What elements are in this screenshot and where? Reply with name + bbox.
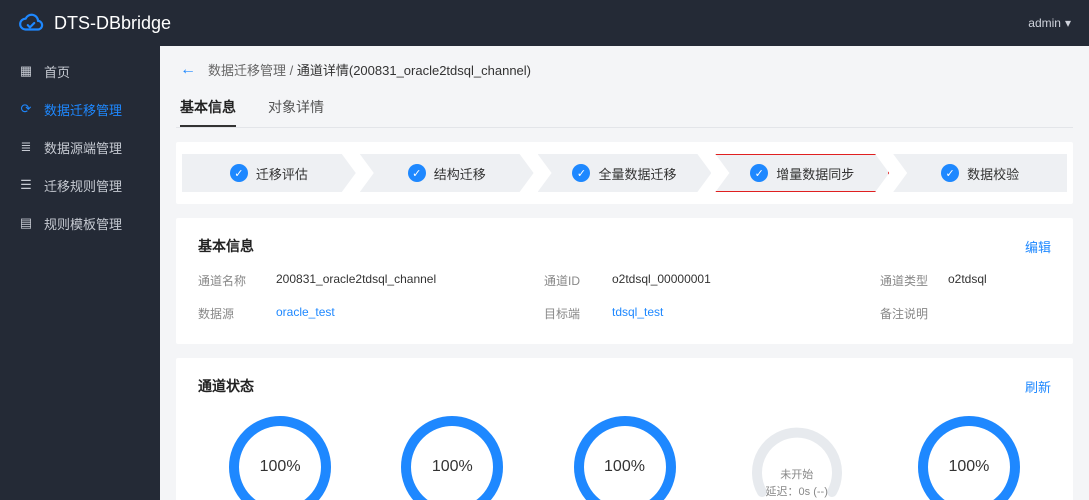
- progress-ring: 100%: [225, 412, 335, 500]
- field-target-link[interactable]: tdsql_test: [612, 305, 872, 322]
- transfer-icon: ⟳: [18, 101, 34, 117]
- main-content: ← 数据迁移管理 / 通道详情(200831_oracle2tdsql_chan…: [160, 46, 1089, 500]
- sidebar-item-label: 数据迁移管理: [44, 100, 122, 119]
- sidebar: ▦ 首页 ⟳ 数据迁移管理 ≣ 数据源端管理 ☰ 迁移规则管理 ▤ 规则模板管理: [0, 46, 160, 500]
- field-source-link[interactable]: oracle_test: [276, 305, 536, 322]
- chevron-down-icon: ▾: [1065, 16, 1071, 30]
- basic-info-card: 基本信息 编辑 通道名称 200831_oracle2tdsql_channel…: [176, 218, 1073, 344]
- gauge-line1: 未开始: [780, 467, 813, 484]
- back-arrow-icon[interactable]: ←: [180, 61, 196, 79]
- field-label: 数据源: [198, 305, 268, 322]
- status-row: 100% 迁移评估完成率 100% 结构迁移完成率: [198, 412, 1051, 500]
- progress-ring: 100%: [914, 412, 1024, 500]
- field-remark: [948, 305, 1051, 322]
- step-structure[interactable]: ✓ 结构迁移: [360, 154, 534, 192]
- step-label: 增量数据同步: [776, 164, 854, 183]
- brand: DTS-DBbridge: [18, 10, 171, 36]
- step-incremental[interactable]: ✓ 增量数据同步: [715, 154, 889, 192]
- card-title: 通道状态: [198, 376, 254, 396]
- field-label: 通道名称: [198, 272, 268, 289]
- ring-value: 100%: [570, 412, 680, 500]
- sidebar-item-label: 首页: [44, 62, 70, 81]
- field-label: 通道类型: [880, 272, 940, 289]
- step-label: 迁移评估: [256, 164, 308, 183]
- status-card: 通道状态 刷新 100% 迁移评估完成率 100%: [176, 358, 1073, 500]
- field-channel-id: o2tdsql_00000001: [612, 272, 872, 289]
- step-assessment[interactable]: ✓ 迁移评估: [182, 154, 356, 192]
- sidebar-item-home[interactable]: ▦ 首页: [0, 52, 160, 90]
- gauge: 未开始 延迟：0s (--): [742, 412, 852, 500]
- progress-steps: ✓ 迁移评估 ✓ 结构迁移 ✓ 全量数据迁移 ✓ 增量数据同步: [182, 154, 1067, 192]
- step-full-migration[interactable]: ✓ 全量数据迁移: [538, 154, 712, 192]
- user-menu[interactable]: admin ▾: [1028, 16, 1071, 30]
- sidebar-item-templates[interactable]: ▤ 规则模板管理: [0, 204, 160, 242]
- ring-value: 100%: [914, 412, 1024, 500]
- progress-ring: 100%: [397, 412, 507, 500]
- tabs: 基本信息 对象详情: [176, 89, 1073, 128]
- user-name: admin: [1028, 16, 1061, 30]
- field-channel-type: o2tdsql: [948, 272, 1051, 289]
- progress-ring: 100%: [570, 412, 680, 500]
- breadcrumb-current: 通道详情(200831_oracle2tdsql_channel): [297, 63, 531, 78]
- topbar: DTS-DBbridge admin ▾: [0, 0, 1089, 46]
- sidebar-item-rules[interactable]: ☰ 迁移规则管理: [0, 166, 160, 204]
- database-icon: ≣: [18, 139, 34, 155]
- status-structure: 100% 结构迁移完成率: [370, 412, 534, 500]
- field-label: 目标端: [544, 305, 604, 322]
- card-title: 基本信息: [198, 236, 254, 256]
- refresh-link[interactable]: 刷新: [1025, 377, 1051, 396]
- sidebar-item-datasource[interactable]: ≣ 数据源端管理: [0, 128, 160, 166]
- sidebar-item-label: 数据源端管理: [44, 138, 122, 157]
- tab-object-detail[interactable]: 对象详情: [268, 89, 324, 127]
- step-validation[interactable]: ✓ 数据校验: [893, 154, 1067, 192]
- gauge-line2: 延迟：0s (--): [766, 484, 828, 500]
- step-label: 数据校验: [967, 164, 1019, 183]
- template-icon: ▤: [18, 215, 34, 231]
- progress-steps-card: ✓ 迁移评估 ✓ 结构迁移 ✓ 全量数据迁移 ✓ 增量数据同步: [176, 142, 1073, 204]
- step-label: 结构迁移: [434, 164, 486, 183]
- ring-value: 100%: [225, 412, 335, 500]
- breadcrumb-parent[interactable]: 数据迁移管理: [208, 63, 286, 78]
- tab-label: 基本信息: [180, 99, 236, 115]
- check-icon: ✓: [408, 164, 426, 182]
- breadcrumb: ← 数据迁移管理 / 通道详情(200831_oracle2tdsql_chan…: [176, 60, 1073, 79]
- status-incremental: 未开始 延迟：0s (--) 增量同步延迟情况: [715, 412, 879, 500]
- field-label: 通道ID: [544, 272, 604, 289]
- tab-basic-info[interactable]: 基本信息: [180, 89, 236, 127]
- basic-info-grid: 通道名称 200831_oracle2tdsql_channel 通道ID o2…: [198, 272, 1051, 322]
- edit-link[interactable]: 编辑: [1025, 237, 1051, 256]
- tab-label: 对象详情: [268, 99, 324, 115]
- field-label: 备注说明: [880, 305, 940, 322]
- grid-icon: ▦: [18, 63, 34, 79]
- brand-name: DTS-DBbridge: [54, 13, 171, 34]
- status-assessment: 100% 迁移评估完成率: [198, 412, 362, 500]
- field-channel-name: 200831_oracle2tdsql_channel: [276, 272, 536, 289]
- check-icon: ✓: [572, 164, 590, 182]
- breadcrumb-sep: /: [286, 63, 297, 78]
- ring-value: 100%: [397, 412, 507, 500]
- sidebar-item-migration[interactable]: ⟳ 数据迁移管理: [0, 90, 160, 128]
- status-validation: 100% 数据校验完成率: [887, 412, 1051, 500]
- status-full: 100% 全量数据迁移完成率: [542, 412, 706, 500]
- cloud-icon: [18, 10, 44, 36]
- rules-icon: ☰: [18, 177, 34, 193]
- check-icon: ✓: [750, 164, 768, 182]
- check-icon: ✓: [230, 164, 248, 182]
- sidebar-item-label: 迁移规则管理: [44, 176, 122, 195]
- step-label: 全量数据迁移: [598, 164, 676, 183]
- check-icon: ✓: [941, 164, 959, 182]
- sidebar-item-label: 规则模板管理: [44, 214, 122, 233]
